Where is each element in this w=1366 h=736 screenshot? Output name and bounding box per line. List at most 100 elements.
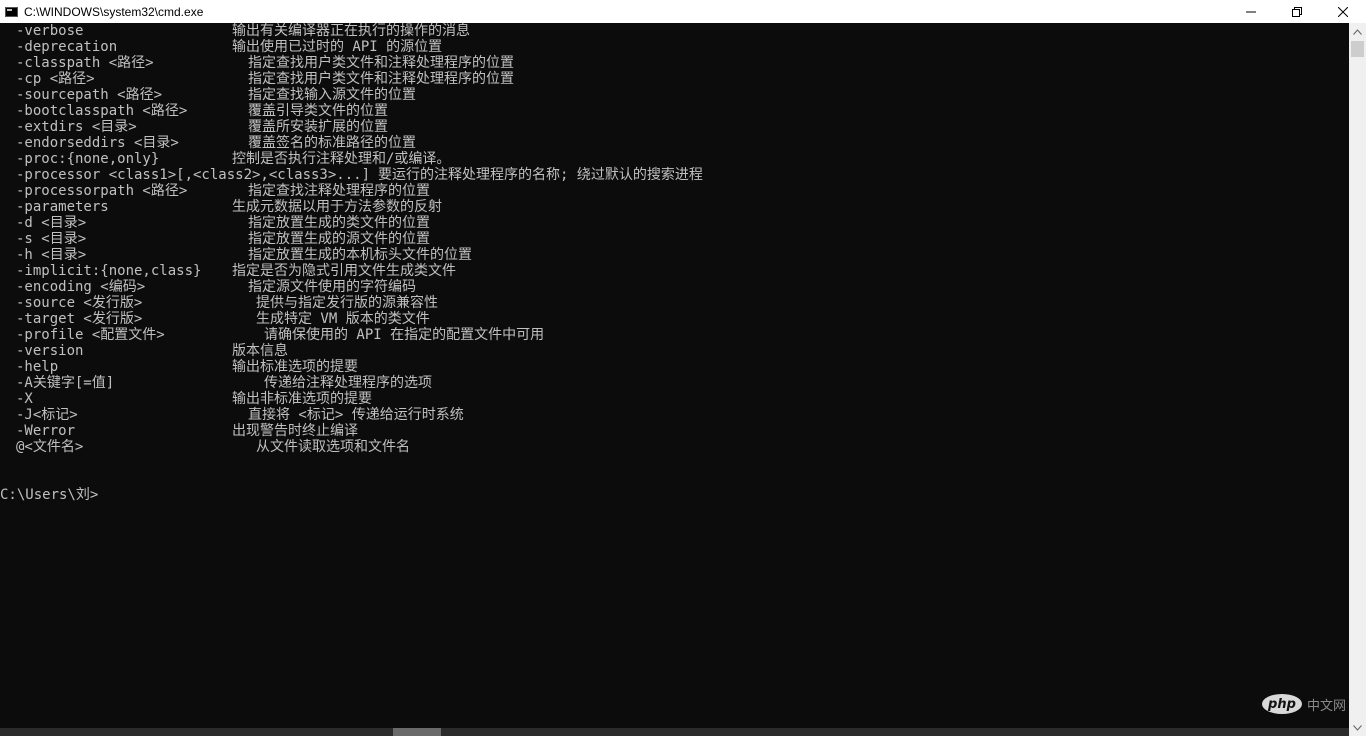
- restore-button[interactable]: [1274, 0, 1320, 23]
- option-name: -Werror: [16, 423, 76, 439]
- option-name: -processor <class1>[,<class2>,<class3>..…: [16, 167, 371, 183]
- option-line: -processor <class1>[,<class2>,<class3>..…: [0, 167, 1349, 183]
- horizontal-scrollbar[interactable]: [0, 728, 1349, 736]
- cmd-app-icon[interactable]: [5, 6, 18, 17]
- option-name: -implicit:{none,class}: [16, 263, 202, 279]
- option-name: @<文件名>: [16, 439, 84, 455]
- option-line: -J<标记> 直接将 <标记> 传递给运行时系统: [0, 407, 1349, 423]
- option-line: -implicit:{none,class} 指定是否为隐式引用文件生成类文件: [0, 263, 1349, 279]
- option-description: 版本信息: [232, 343, 288, 359]
- option-line: -source <发行版> 提供与指定发行版的源兼容性: [0, 295, 1349, 311]
- option-line: -extdirs <目录> 覆盖所安装扩展的位置: [0, 119, 1349, 135]
- watermark: php 中文网: [1261, 694, 1346, 714]
- window-controls: [1228, 0, 1366, 23]
- option-description: 覆盖引导类文件的位置: [248, 103, 388, 119]
- option-description: 传递给注释处理程序的选项: [264, 375, 432, 391]
- option-name: -J<标记>: [16, 407, 78, 423]
- option-name: -deprecation: [16, 39, 118, 55]
- option-name: -encoding <编码>: [16, 279, 146, 295]
- scroll-down-button[interactable]: [1349, 719, 1366, 736]
- option-description: 从文件读取选项和文件名: [256, 439, 410, 455]
- option-name: -bootclasspath <路径>: [16, 103, 188, 119]
- php-logo: php: [1261, 694, 1302, 714]
- option-line: -encoding <编码> 指定源文件使用的字符编码: [0, 279, 1349, 295]
- option-description: 覆盖所安装扩展的位置: [248, 119, 388, 135]
- option-description: 提供与指定发行版的源兼容性: [256, 295, 438, 311]
- chevron-up-icon: [1353, 28, 1362, 35]
- close-button[interactable]: [1320, 0, 1366, 23]
- horizontal-scroll-thumb[interactable]: [393, 728, 441, 736]
- option-line: -profile <配置文件> 请确保使用的 API 在指定的配置文件中可用: [0, 327, 1349, 343]
- vertical-scrollbar[interactable]: [1349, 23, 1366, 736]
- option-line: -A关键字[=值] 传递给注释处理程序的选项: [0, 375, 1349, 391]
- option-description: 指定查找注释处理程序的位置: [248, 183, 430, 199]
- option-name: -help: [16, 359, 59, 375]
- option-description: 控制是否执行注释处理和/或编译。: [232, 151, 451, 167]
- option-line: -deprecation 输出使用已过时的 API 的源位置: [0, 39, 1349, 55]
- option-name: -sourcepath <路径>: [16, 87, 163, 103]
- option-name: -target <发行版>: [16, 311, 143, 327]
- option-description: 指定放置生成的本机标头文件的位置: [248, 247, 472, 263]
- option-description: 生成特定 VM 版本的类文件: [256, 311, 430, 327]
- option-description: 指定查找用户类文件和注释处理程序的位置: [248, 55, 514, 71]
- option-description: 指定源文件使用的字符编码: [248, 279, 416, 295]
- option-description: 指定查找用户类文件和注释处理程序的位置: [248, 71, 514, 87]
- option-name: -X: [16, 391, 33, 407]
- minimize-icon: [1246, 11, 1256, 12]
- command-prompt[interactable]: C:\Users\刘>: [0, 487, 98, 503]
- option-description: 直接将 <标记> 传递给运行时系统: [248, 407, 464, 423]
- option-line: -parameters 生成元数据以用于方法参数的反射: [0, 199, 1349, 215]
- option-name: -extdirs <目录>: [16, 119, 137, 135]
- option-line: -target <发行版> 生成特定 VM 版本的类文件: [0, 311, 1349, 327]
- option-description: 输出有关编译器正在执行的操作的消息: [232, 23, 470, 39]
- option-description: 指定放置生成的类文件的位置: [248, 215, 430, 231]
- option-name: -endorseddirs <目录>: [16, 135, 179, 151]
- option-line: -Werror 出现警告时终止编译: [0, 423, 1349, 439]
- option-description: 输出使用已过时的 API 的源位置: [232, 39, 443, 55]
- option-line: -sourcepath <路径> 指定查找输入源文件的位置: [0, 87, 1349, 103]
- option-description: 指定是否为隐式引用文件生成类文件: [232, 263, 456, 279]
- option-description: 输出非标准选项的提要: [232, 391, 372, 407]
- window-title: C:\WINDOWS\system32\cmd.exe: [24, 4, 204, 19]
- option-name: -processorpath <路径>: [16, 183, 188, 199]
- console-output[interactable]: -verbose 输出有关编译器正在执行的操作的消息 -deprecation 输出使…: [0, 23, 1349, 728]
- option-name: -version: [16, 343, 84, 359]
- option-list: -verbose 输出有关编译器正在执行的操作的消息 -deprecation 输出使…: [0, 23, 1349, 455]
- option-name: -cp <路径>: [16, 71, 95, 87]
- option-line: -endorseddirs <目录> 覆盖签名的标准路径的位置: [0, 135, 1349, 151]
- option-line: -version 版本信息: [0, 343, 1349, 359]
- chevron-down-icon: [1353, 724, 1362, 731]
- option-name: -classpath <路径>: [16, 55, 154, 71]
- option-description: 请确保使用的 API 在指定的配置文件中可用: [264, 327, 545, 343]
- option-name: -parameters: [16, 199, 109, 215]
- option-name: -proc:{none,only}: [16, 151, 160, 167]
- option-name: -s <目录>: [16, 231, 87, 247]
- option-name: -d <目录>: [16, 215, 87, 231]
- option-line: -verbose 输出有关编译器正在执行的操作的消息: [0, 23, 1349, 39]
- option-description: 输出标准选项的提要: [232, 359, 358, 375]
- option-line: -help 输出标准选项的提要: [0, 359, 1349, 375]
- option-line: -classpath <路径> 指定查找用户类文件和注释处理程序的位置: [0, 55, 1349, 71]
- scroll-thumb[interactable]: [1351, 41, 1364, 57]
- option-line: -bootclasspath <路径> 覆盖引导类文件的位置: [0, 103, 1349, 119]
- option-description: 生成元数据以用于方法参数的反射: [232, 199, 442, 215]
- option-description: 要运行的注释处理程序的名称; 绕过默认的搜索进程: [378, 167, 703, 183]
- option-line: -X 输出非标准选项的提要: [0, 391, 1349, 407]
- cmd-window: C:\WINDOWS\system32\cmd.exe -verbose 输出有…: [0, 0, 1366, 736]
- option-line: -h <目录> 指定放置生成的本机标头文件的位置: [0, 247, 1349, 263]
- option-line: -cp <路径> 指定查找用户类文件和注释处理程序的位置: [0, 71, 1349, 87]
- option-name: -source <发行版>: [16, 295, 143, 311]
- watermark-text: 中文网: [1306, 698, 1346, 714]
- option-line: @<文件名> 从文件读取选项和文件名: [0, 439, 1349, 455]
- option-description: 出现警告时终止编译: [232, 423, 358, 439]
- title-bar[interactable]: C:\WINDOWS\system32\cmd.exe: [0, 0, 1366, 23]
- option-line: -s <目录> 指定放置生成的源文件的位置: [0, 231, 1349, 247]
- option-description: 指定查找输入源文件的位置: [248, 87, 416, 103]
- option-name: -A关键字[=值]: [16, 375, 115, 391]
- option-description: 覆盖签名的标准路径的位置: [248, 135, 416, 151]
- scroll-up-button[interactable]: [1349, 23, 1366, 40]
- option-name: -h <目录>: [16, 247, 87, 263]
- restore-icon: [1292, 6, 1302, 17]
- option-line: -processorpath <路径> 指定查找注释处理程序的位置: [0, 183, 1349, 199]
- minimize-button[interactable]: [1228, 0, 1274, 23]
